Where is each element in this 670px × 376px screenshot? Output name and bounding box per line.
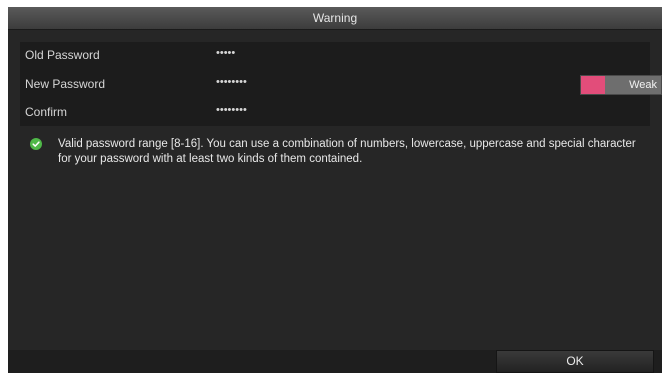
new-password-row: New Password •••••••• Weak <box>20 71 662 97</box>
confirm-password-field[interactable]: •••••••• <box>216 99 556 121</box>
strength-label: Weak <box>629 79 657 91</box>
hint-text: Valid password range [8-16]. You can use… <box>58 138 636 165</box>
old-password-label: Old Password <box>25 48 100 62</box>
new-password-field[interactable]: •••••••• <box>216 71 556 93</box>
new-password-label: New Password <box>25 77 106 91</box>
confirm-label: Confirm <box>25 105 68 119</box>
password-strength-meter: Weak <box>580 75 662 95</box>
old-password-row: Old Password ••••• <box>20 42 650 68</box>
dialog-title: Warning <box>8 7 662 30</box>
old-password-field[interactable]: ••••• <box>216 42 556 64</box>
confirm-row: Confirm •••••••• <box>20 99 650 125</box>
warning-dialog: Warning Old Password ••••• New Password … <box>8 7 662 373</box>
check-circle-icon <box>30 138 42 150</box>
ok-button[interactable]: OK <box>496 350 654 373</box>
strength-fill <box>581 76 605 94</box>
password-form: Old Password ••••• New Password ••••••••… <box>20 42 662 126</box>
